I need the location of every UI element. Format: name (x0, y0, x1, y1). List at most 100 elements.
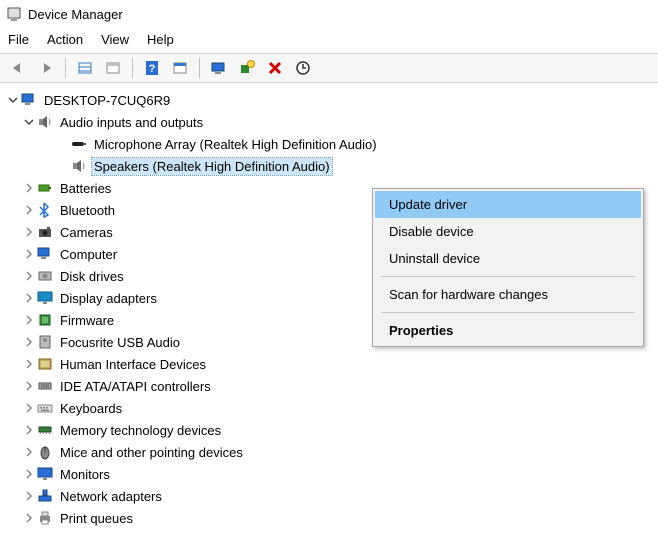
computer-icon (36, 246, 54, 262)
menu-file[interactable]: File (8, 32, 29, 47)
tree-category[interactable]: Human Interface Devices (4, 353, 658, 375)
tree-node-label: Human Interface Devices (58, 356, 208, 373)
tree-category[interactable]: Monitors (4, 463, 658, 485)
tree-node-label: Bluetooth (58, 202, 117, 219)
expander-closed-icon[interactable] (22, 469, 36, 479)
add-legacy-button[interactable] (235, 57, 259, 79)
tree-node-label: Audio inputs and outputs (58, 114, 205, 131)
printer-icon (36, 510, 54, 526)
uninstall-button[interactable] (263, 57, 287, 79)
context-menu-separator (381, 276, 635, 277)
back-button[interactable] (6, 57, 30, 79)
context-menu: Update driverDisable deviceUninstall dev… (372, 188, 644, 347)
tree-node-label: DESKTOP-7CUQ6R9 (42, 92, 172, 109)
expander-closed-icon[interactable] (22, 447, 36, 457)
tree-node-label: Cameras (58, 224, 115, 241)
display-icon (36, 290, 54, 306)
expander-closed-icon[interactable] (22, 381, 36, 391)
context-menu-item[interactable]: Scan for hardware changes (375, 281, 641, 308)
monitor-scan-icon (211, 61, 227, 75)
tree-node-label: Batteries (58, 180, 113, 197)
tree-category[interactable]: Network adapters (4, 485, 658, 507)
expander-closed-icon[interactable] (22, 183, 36, 193)
hid-icon (36, 356, 54, 372)
tree-node-label: Monitors (58, 466, 112, 483)
tree-node-label: Computer (58, 246, 119, 263)
toolbar: ? (0, 53, 658, 83)
tree-node-label: Speakers (Realtek High Definition Audio) (92, 158, 332, 175)
context-menu-item[interactable]: Properties (375, 317, 641, 344)
toolbar-separator (132, 58, 133, 78)
expander-open-icon[interactable] (22, 117, 36, 127)
expander-closed-icon[interactable] (22, 205, 36, 215)
show-hidden-button[interactable] (73, 57, 97, 79)
expander-closed-icon[interactable] (22, 491, 36, 501)
tree-category[interactable]: IDE ATA/ATAPI controllers (4, 375, 658, 397)
expander-closed-icon[interactable] (22, 271, 36, 281)
tree-device[interactable]: Speakers (Realtek High Definition Audio) (4, 155, 658, 177)
tree-node-label: Print queues (58, 510, 135, 527)
expander-closed-icon[interactable] (22, 513, 36, 523)
tree-node-label: Display adapters (58, 290, 159, 307)
expander-open-icon[interactable] (6, 95, 20, 105)
toolbar-separator (65, 58, 66, 78)
context-menu-item[interactable]: Disable device (375, 218, 641, 245)
x-red-icon (268, 61, 282, 75)
microphone-icon (70, 136, 88, 152)
action-icon (172, 61, 188, 75)
help-button[interactable]: ? (140, 57, 164, 79)
expander-closed-icon[interactable] (22, 249, 36, 259)
add-hardware-icon (239, 60, 255, 76)
camera-icon (36, 224, 54, 240)
scan-button[interactable] (207, 57, 231, 79)
tree-device[interactable]: Microphone Array (Realtek High Definitio… (4, 133, 658, 155)
speaker-icon (70, 158, 88, 174)
context-menu-item[interactable]: Update driver (375, 191, 641, 218)
tree-node-label: Mice and other pointing devices (58, 444, 245, 461)
expander-closed-icon[interactable] (22, 359, 36, 369)
properties-button[interactable] (101, 57, 125, 79)
memory-icon (36, 422, 54, 438)
monitor-icon (36, 466, 54, 482)
tree-category[interactable]: Keyboards (4, 397, 658, 419)
toolbar-separator (199, 58, 200, 78)
update-circle-icon (295, 60, 311, 76)
tree-node-label: Keyboards (58, 400, 124, 417)
properties-icon (105, 61, 121, 75)
arrow-left-icon (10, 61, 26, 75)
tree-category[interactable]: Audio inputs and outputs (4, 111, 658, 133)
menu-view[interactable]: View (101, 32, 129, 47)
expander-closed-icon[interactable] (22, 403, 36, 413)
list-icon (77, 61, 93, 75)
tree-category[interactable]: Mice and other pointing devices (4, 441, 658, 463)
tree-node-label: Memory technology devices (58, 422, 223, 439)
speaker-icon (36, 114, 54, 130)
menu-help[interactable]: Help (147, 32, 174, 47)
battery-icon (36, 180, 54, 196)
action-button[interactable] (168, 57, 192, 79)
ide-icon (36, 378, 54, 394)
tree-root[interactable]: DESKTOP-7CUQ6R9 (4, 89, 658, 111)
forward-button[interactable] (34, 57, 58, 79)
tree-category[interactable]: Print queues (4, 507, 658, 529)
context-menu-item[interactable]: Uninstall device (375, 245, 641, 272)
network-icon (36, 488, 54, 504)
expander-closed-icon[interactable] (22, 227, 36, 237)
expander-closed-icon[interactable] (22, 425, 36, 435)
expander-closed-icon[interactable] (22, 337, 36, 347)
expander-closed-icon[interactable] (22, 315, 36, 325)
app-icon (6, 6, 22, 22)
titlebar: Device Manager (0, 0, 658, 28)
tree-node-label: Focusrite USB Audio (58, 334, 182, 351)
window-title: Device Manager (28, 7, 123, 22)
expander-closed-icon[interactable] (22, 293, 36, 303)
computer-root-icon (20, 92, 38, 108)
menubar: File Action View Help (0, 28, 658, 53)
menu-action[interactable]: Action (47, 32, 83, 47)
svg-text:?: ? (149, 63, 156, 75)
mouse-icon (36, 444, 54, 460)
tree-node-label: Microphone Array (Realtek High Definitio… (92, 136, 379, 153)
tree-node-label: Network adapters (58, 488, 164, 505)
tree-category[interactable]: Memory technology devices (4, 419, 658, 441)
update-button[interactable] (291, 57, 315, 79)
